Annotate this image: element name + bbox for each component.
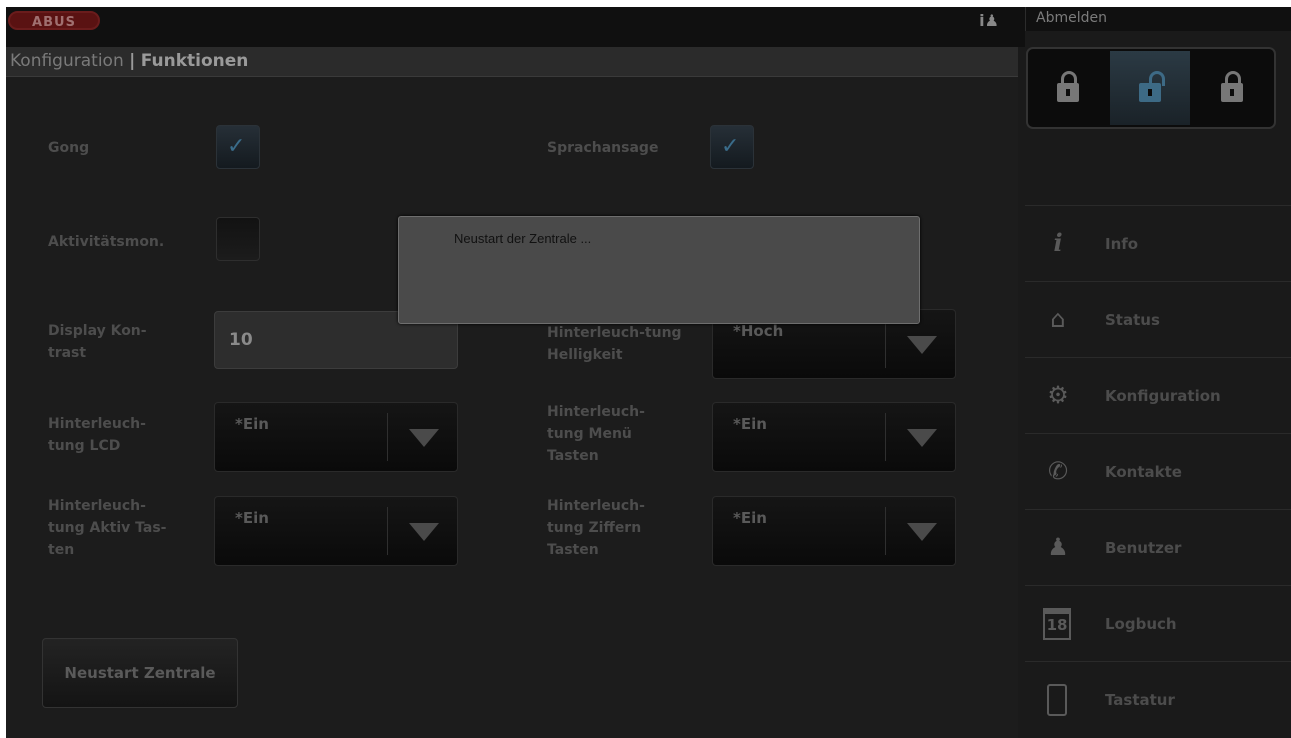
nav-item-status[interactable]: ⌂ Status [1025,281,1291,357]
calendar-icon: 18 [1043,608,1071,640]
mode-arm-button[interactable] [1192,51,1272,125]
app-frame: ABUS i♟ Abmelden Konfiguration | Funktio… [6,7,1291,738]
breadcrumb-section[interactable]: Konfiguration [10,51,124,71]
digit-keys-select[interactable]: *Ein [712,496,956,566]
nav-label: Logbuch [1105,615,1177,633]
active-keys-value: *Ein [235,509,269,527]
voice-label: Sprachansage [547,140,659,156]
mode-home-button[interactable] [1028,51,1108,125]
help-user-icon[interactable]: i♟ [969,10,1009,32]
active-keys-label: Hinterleuch-tung Aktiv Tas-ten [48,498,167,558]
menu-keys-select[interactable]: *Ein [712,402,956,472]
dialog-message: Neustart der Zentrale ... [454,231,592,246]
nav-item-info[interactable]: i Info [1025,205,1291,281]
lcd-select[interactable]: *Ein [214,402,458,472]
nav-label: Benutzer [1105,539,1182,557]
abus-logo: ABUS [8,11,100,30]
settings-panel: Gong ✓ Sprachansage ✓ Aktivitätsmon. Dis… [6,77,1018,738]
mode-disarm-button[interactable] [1110,51,1190,125]
nav-item-benutzer[interactable]: ♟ Benutzer [1025,509,1291,585]
home-icon: ⌂ [1050,305,1066,333]
nav-item-kontakte[interactable]: ✆ Kontakte [1025,433,1291,509]
nav-label: Info [1105,235,1139,253]
gong-label: Gong [48,140,90,156]
logout-button[interactable]: Abmelden [1025,7,1291,31]
select-divider [885,507,886,555]
breadcrumb-page: Funktionen [140,51,249,71]
user-icon: ♟ [1047,533,1069,561]
voice-checkbox[interactable]: ✓ [710,125,754,169]
restart-button[interactable]: Neustart Zentrale [42,638,238,708]
active-keys-select[interactable]: *Ein [214,496,458,566]
nav-item-konfiguration[interactable]: ⚙ Konfiguration [1025,357,1291,433]
breadcrumb-separator: | [129,51,136,71]
nav-label: Konfiguration [1105,387,1221,405]
checkmark-icon: ✓ [721,134,740,159]
arm-mode-switch [1026,47,1276,129]
select-divider [387,507,388,555]
breadcrumb: Konfiguration | Funktionen [6,47,1018,77]
checkmark-icon: ✓ [227,134,246,159]
dropdown-arrow-icon [409,429,439,447]
phone-book-icon: ✆ [1047,457,1069,485]
digit-keys-label: Hinterleuch-tung Ziffern Tasten [547,498,645,558]
menu-keys-label: Hinterleuch-tung Menü Tasten [547,404,645,464]
keypad-icon [1047,684,1067,716]
select-divider [885,320,886,368]
restart-dialog: Neustart der Zentrale ... [398,216,920,324]
contrast-label: Display Kon-trast [48,323,147,361]
dropdown-arrow-icon [907,523,937,541]
nav-item-tastatur[interactable]: Tastatur [1025,661,1291,737]
nav-label: Status [1105,311,1160,329]
activity-checkbox[interactable] [216,217,260,261]
dropdown-arrow-icon [907,429,937,447]
gears-icon: ⚙ [1047,381,1069,409]
digit-keys-value: *Ein [733,509,767,527]
sidebar: i Info ⌂ Status ⚙ Konfiguration ✆ Kontak… [1025,31,1291,738]
lcd-value: *Ein [235,415,269,433]
brightness-value: *Hoch [733,322,784,340]
nav-item-logbuch[interactable]: 18 Logbuch [1025,585,1291,661]
select-divider [387,413,388,461]
select-divider [885,413,886,461]
nav-label: Tastatur [1105,691,1175,709]
menu-keys-value: *Ein [733,415,767,433]
gong-checkbox[interactable]: ✓ [216,125,260,169]
unlocked-icon [1139,71,1165,103]
locked-icon [1221,71,1243,103]
brightness-label: Hinterleuch-tung Helligkeit [547,325,682,363]
lcd-label: Hinterleuch-tung LCD [48,416,146,454]
info-icon: i [1053,228,1063,257]
dropdown-arrow-icon [907,336,937,354]
dropdown-arrow-icon [409,523,439,541]
nav-label: Kontakte [1105,463,1182,481]
activity-label: Aktivitätsmon. [48,234,165,250]
house-lock-icon [1057,71,1079,103]
